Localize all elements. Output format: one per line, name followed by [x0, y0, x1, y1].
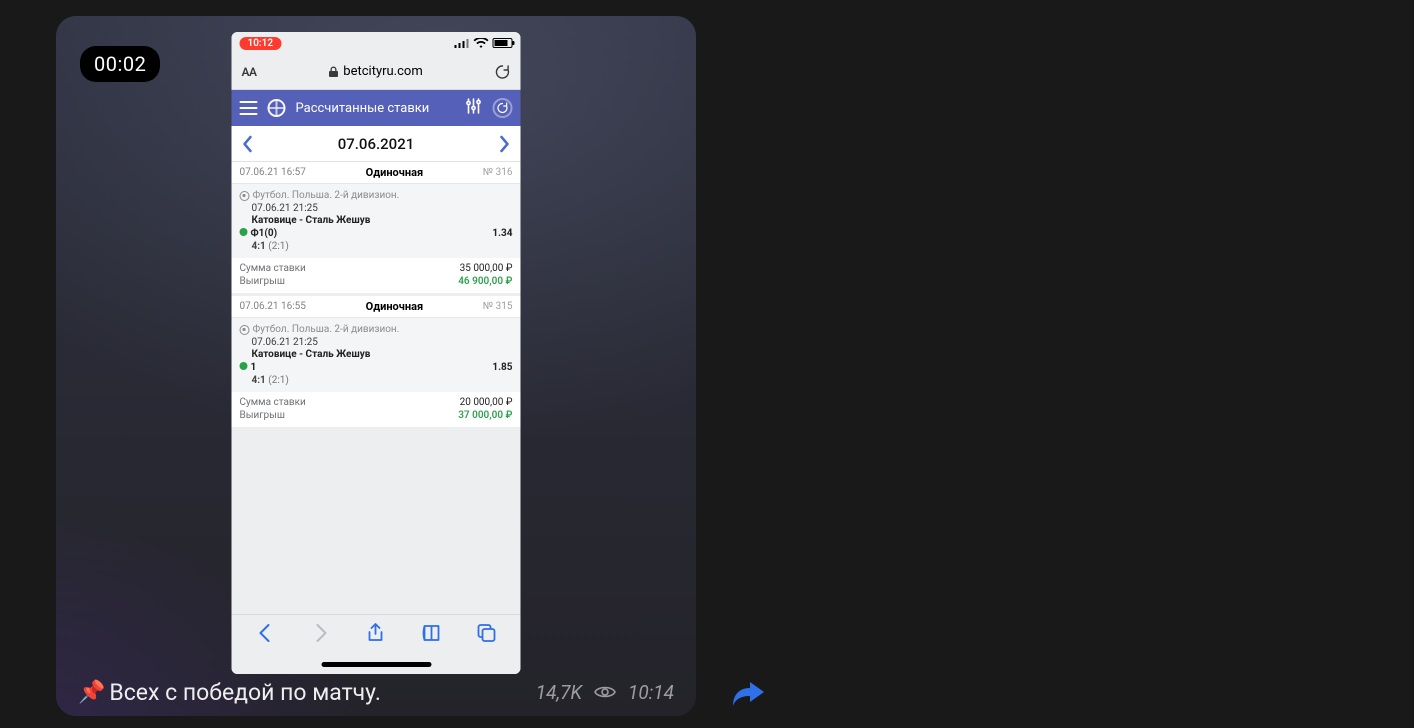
app-header-title: Рассчитанные ставки [296, 101, 455, 116]
filter-icon[interactable] [465, 97, 483, 119]
stage: 00:02 10:12 AA betcity [0, 0, 1414, 728]
text-size-button[interactable]: AA [242, 65, 257, 79]
stake-label: Сумма ставки [240, 263, 306, 274]
back-button[interactable] [254, 622, 276, 648]
chat-message-bubble[interactable]: 00:02 10:12 AA betcity [56, 16, 696, 716]
cellular-signal-icon [454, 38, 469, 48]
payout-label: Выигрыш [240, 410, 285, 421]
bet-pick-row: Ф1(0) 1.34 [240, 228, 513, 239]
bet-card[interactable]: 07.06.21 16:55 Одиночная № 315 Футбол. П… [232, 296, 521, 427]
bet-pick-name: Ф1(0) [251, 228, 278, 239]
url-host-text: betcityru.com [343, 64, 422, 79]
bet-body: Футбол. Польша. 2-й дивизион. 07.06.21 2… [232, 318, 521, 392]
menu-icon[interactable] [240, 101, 258, 115]
forward-button[interactable] [310, 622, 332, 648]
bet-match-datetime: 07.06.21 21:25 [240, 337, 513, 348]
globe-icon[interactable] [268, 99, 286, 117]
bet-score-main: 4:1 [252, 375, 266, 386]
bet-league: Футбол. Польша. 2-й дивизион. [240, 190, 513, 201]
win-dot-icon [240, 228, 248, 236]
video-duration-badge: 00:02 [80, 46, 160, 82]
lock-icon [328, 66, 338, 78]
bet-score-sub: (2:1) [268, 375, 289, 386]
recording-time-pill: 10:12 [240, 37, 282, 50]
payout-label: Выигрыш [240, 276, 285, 287]
bet-header: 07.06.21 16:55 Одиночная № 315 [232, 296, 521, 318]
message-caption: 📌 Всех с победой по матчу. [78, 679, 526, 706]
caption-text-value: Всех с победой по матчу. [109, 679, 381, 706]
bet-score-sub: (2:1) [268, 241, 289, 252]
message-caption-row: 📌 Всех с победой по матчу. 14,7K 10:14 [78, 679, 674, 706]
date-next-button[interactable] [498, 135, 510, 153]
message-time: 10:14 [628, 681, 674, 704]
bets-list: 07.06.21 16:57 Одиночная № 316 Футбол. П… [232, 162, 521, 614]
bet-pick-name: 1 [251, 362, 257, 373]
bet-header-type: Одиночная [366, 300, 423, 313]
refresh-button[interactable] [493, 98, 513, 118]
bet-header-number: № 316 [483, 167, 513, 178]
ios-status-bar: 10:12 [232, 32, 521, 54]
win-dot-icon [240, 362, 248, 370]
reload-icon[interactable] [495, 64, 511, 80]
bet-header-time: 07.06.21 16:57 [240, 167, 306, 178]
message-meta: 14,7K 10:14 [536, 681, 674, 704]
bet-score: 4:1 (2:1) [240, 375, 513, 386]
bet-coefficient: 1.85 [492, 362, 512, 373]
bet-match-name: Катовице - Сталь Жешув [240, 349, 513, 360]
bet-card[interactable]: 07.06.21 16:57 Одиночная № 316 Футбол. П… [232, 162, 521, 293]
bet-coefficient: 1.34 [492, 228, 512, 239]
bookmarks-button[interactable] [420, 622, 442, 648]
eye-icon [594, 681, 616, 704]
forward-message-button[interactable] [730, 676, 766, 712]
embedded-phone-screenshot: 10:12 AA betcityru.com [232, 32, 521, 674]
bet-totals: Сумма ставки 35 000,00 ₽ Выигрыш 46 900,… [232, 258, 521, 293]
bet-league: Футбол. Польша. 2-й дивизион. [240, 324, 513, 335]
battery-icon [492, 38, 512, 48]
bet-header-type: Одиночная [366, 166, 423, 179]
url-display[interactable]: betcityru.com [328, 64, 422, 79]
status-icons [454, 38, 512, 49]
share-button[interactable] [365, 622, 387, 648]
payout-value: 46 900,00 ₽ [458, 276, 512, 287]
tabs-button[interactable] [476, 622, 498, 648]
soccer-icon [240, 191, 250, 201]
date-navigator: 07.06.2021 [232, 126, 521, 162]
bet-score: 4:1 (2:1) [240, 241, 513, 252]
bet-pick-row: 1 1.85 [240, 362, 513, 373]
bet-match-name: Катовице - Сталь Жешув [240, 215, 513, 226]
date-prev-button[interactable] [242, 135, 254, 153]
bet-league-text: Футбол. Польша. 2-й дивизион. [253, 190, 400, 201]
pin-emoji: 📌 [78, 680, 105, 705]
date-value: 07.06.2021 [338, 135, 415, 153]
payout-value: 37 000,00 ₽ [458, 410, 512, 421]
bet-body: Футбол. Польша. 2-й дивизион. 07.06.21 2… [232, 184, 521, 258]
app-header: Рассчитанные ставки [232, 90, 521, 126]
bet-match-datetime: 07.06.21 21:25 [240, 203, 513, 214]
bet-league-text: Футбол. Польша. 2-й дивизион. [253, 324, 400, 335]
stake-value: 35 000,00 ₽ [460, 263, 513, 274]
stake-label: Сумма ставки [240, 397, 306, 408]
bet-header-time: 07.06.21 16:55 [240, 301, 306, 312]
bet-totals: Сумма ставки 20 000,00 ₽ Выигрыш 37 000,… [232, 392, 521, 427]
safari-toolbar [232, 614, 521, 654]
safari-address-bar: AA betcityru.com [232, 54, 521, 90]
home-indicator [232, 654, 521, 674]
message-views: 14,7K [536, 681, 582, 704]
stake-value: 20 000,00 ₽ [460, 397, 513, 408]
soccer-icon [240, 325, 250, 335]
bet-score-main: 4:1 [252, 241, 266, 252]
bet-header: 07.06.21 16:57 Одиночная № 316 [232, 162, 521, 184]
wifi-icon [473, 38, 488, 49]
bet-header-number: № 315 [483, 301, 513, 312]
